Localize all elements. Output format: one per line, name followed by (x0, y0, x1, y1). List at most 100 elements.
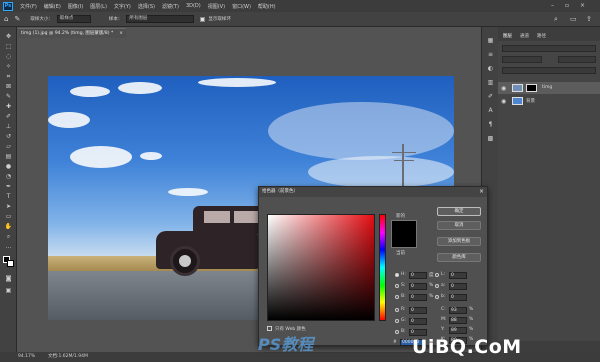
sample-size-select[interactable]: 取样点 (56, 15, 91, 23)
green-radio[interactable] (395, 319, 399, 323)
blend-mode-select[interactable] (502, 56, 542, 63)
history-icon[interactable]: ▦ (486, 37, 495, 44)
libraries-icon[interactable]: ▥ (486, 79, 495, 86)
close-tab-icon[interactable]: × (119, 29, 123, 38)
show-ring-checkbox[interactable] (200, 16, 206, 22)
hue-radio[interactable] (395, 273, 399, 277)
swatches-icon[interactable]: ▩ (486, 135, 495, 142)
document-tab[interactable]: timg (1).jpg @ 94.2% (timg, 图层蒙版/8) * × (18, 28, 126, 38)
healing-brush-icon[interactable]: ✚ (4, 103, 13, 110)
ok-button[interactable]: 确定 (437, 207, 481, 216)
zoom-tool-icon[interactable]: ⌕ (4, 233, 13, 240)
saturation-radio[interactable] (395, 284, 399, 288)
color-libraries-button[interactable]: 颜色库 (437, 253, 481, 262)
eyedropper-icon[interactable]: ✎ (14, 15, 20, 23)
dodge-tool-icon[interactable]: ◔ (4, 173, 13, 180)
search-icon[interactable]: ⌕ (554, 15, 558, 24)
move-tool-icon[interactable]: ✥ (4, 33, 13, 40)
clone-stamp-icon[interactable]: ⊥ (4, 123, 13, 130)
add-to-swatches-button[interactable]: 添加到色板 (437, 237, 481, 246)
cyan-input[interactable]: 93 (449, 307, 467, 314)
saturation-brightness-field[interactable] (267, 214, 375, 321)
menu-layer[interactable]: 图层(L) (90, 3, 107, 10)
brightness-radio[interactable] (395, 295, 399, 299)
lightness-radio[interactable] (435, 273, 439, 277)
menu-window[interactable]: 窗口(W) (232, 3, 251, 10)
tools-panel: ✥ ⬚ ◌ ✧ ⌗ ⊠ ✎ ✚ ✐ ⊥ ↺ ▱ ▤ ● ◔ ✒ T ➤ ▭ ✋ … (0, 27, 17, 352)
menu-view[interactable]: 视图(V) (208, 3, 225, 10)
minimize-icon[interactable]: – (551, 2, 554, 9)
layer-row[interactable]: ◉ 背景 (498, 95, 600, 107)
marquee-tool-icon[interactable]: ⬚ (4, 43, 13, 50)
properties-icon[interactable]: ≡ (486, 51, 495, 58)
dialog-title: 拾色器（前景色） (259, 187, 487, 197)
type-tool-icon[interactable]: T (4, 193, 13, 200)
maximize-icon[interactable]: ▫ (565, 2, 569, 9)
history-brush-icon[interactable]: ↺ (4, 133, 13, 140)
saturation-input[interactable]: 0 (409, 283, 427, 290)
hue-input[interactable]: 0 (409, 272, 427, 279)
magic-wand-icon[interactable]: ✧ (4, 63, 13, 70)
menu-filter[interactable]: 滤镜(T) (162, 3, 179, 10)
menu-edit[interactable]: 编辑(E) (44, 3, 61, 10)
visibility-eye-icon[interactable]: ◉ (501, 85, 506, 92)
close-icon[interactable]: × (479, 188, 484, 195)
zoom-level[interactable]: 94.17% (18, 352, 35, 362)
path-select-icon[interactable]: ➤ (4, 203, 13, 210)
blue-radio[interactable] (395, 330, 399, 334)
sample-select[interactable]: 所有图层 (126, 15, 195, 23)
red-radio[interactable] (395, 308, 399, 312)
menu-image[interactable]: 图像(I) (68, 3, 83, 10)
tab-channels[interactable]: 通道 (520, 33, 529, 39)
eyedropper-tool-icon[interactable]: ✎ (4, 93, 13, 100)
tab-layers[interactable]: 图层 (503, 33, 512, 39)
brush-tool-icon[interactable]: ✐ (4, 113, 13, 120)
green-input[interactable]: 0 (409, 318, 427, 325)
more-tools-icon[interactable]: … (4, 243, 13, 250)
lasso-tool-icon[interactable]: ◌ (4, 53, 13, 60)
document-info[interactable]: 文档:1.62M/1.94M (48, 352, 88, 362)
brightness-input[interactable]: 0 (409, 294, 427, 301)
menu-3d[interactable]: 3D(D) (186, 3, 201, 9)
character-icon[interactable]: A (486, 107, 495, 114)
a-radio[interactable] (435, 284, 439, 288)
hand-tool-icon[interactable]: ✋ (4, 223, 13, 230)
layer-filter-bar[interactable] (502, 45, 596, 52)
b-radio[interactable] (435, 295, 439, 299)
a-input[interactable]: 0 (449, 283, 467, 290)
menu-help[interactable]: 帮助(H) (258, 3, 276, 10)
blur-tool-icon[interactable]: ● (4, 163, 13, 170)
cancel-button[interactable]: 取消 (437, 221, 481, 230)
quick-mask-icon[interactable]: ◙ (4, 275, 13, 282)
menu-select[interactable]: 选择(S) (138, 3, 155, 10)
opacity-field[interactable] (558, 56, 596, 63)
layer-mask-thumbnail[interactable] (526, 84, 537, 92)
screen-mode-icon[interactable]: ▣ (4, 287, 13, 294)
close-icon[interactable]: × (580, 2, 585, 9)
eraser-tool-icon[interactable]: ▱ (4, 143, 13, 150)
brush-settings-icon[interactable]: ✐ (486, 93, 495, 100)
workspace-icon[interactable]: ▭ (570, 15, 577, 23)
hue-slider[interactable] (379, 214, 386, 321)
layer-row[interactable]: ◉ timg (498, 82, 600, 94)
shape-tool-icon[interactable]: ▭ (4, 213, 13, 220)
b-input[interactable]: 0 (449, 294, 467, 301)
pen-tool-icon[interactable]: ✒ (4, 183, 13, 190)
gradient-tool-icon[interactable]: ▤ (4, 153, 13, 160)
red-input[interactable]: 0 (409, 307, 427, 314)
magenta-input[interactable]: 88 (449, 317, 467, 324)
frame-tool-icon[interactable]: ⊠ (4, 83, 13, 90)
lightness-input[interactable]: 0 (449, 272, 467, 279)
visibility-eye-icon[interactable]: ◉ (501, 98, 506, 105)
background-color-swatch[interactable] (7, 260, 14, 267)
paragraph-icon[interactable]: ¶ (486, 121, 495, 128)
menu-file[interactable]: 文件(F) (20, 3, 37, 10)
yellow-input[interactable]: 89 (449, 327, 467, 334)
blue-input[interactable]: 0 (409, 329, 427, 336)
menu-type[interactable]: 文字(Y) (114, 3, 131, 10)
home-icon[interactable]: ⌂ (4, 15, 8, 23)
tab-paths[interactable]: 路径 (537, 33, 546, 39)
share-icon[interactable]: ⇪ (586, 15, 592, 23)
adjustments-icon[interactable]: ◐ (486, 65, 495, 72)
crop-tool-icon[interactable]: ⌗ (4, 73, 13, 80)
